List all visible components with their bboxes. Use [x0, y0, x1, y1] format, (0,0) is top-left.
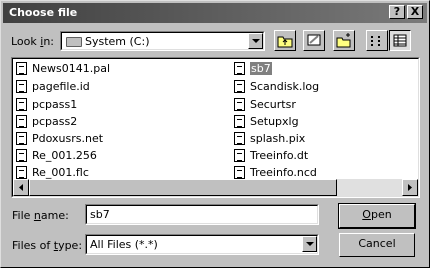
document-icon — [234, 80, 245, 93]
desktop-icon — [307, 34, 321, 46]
chevron-down-icon — [306, 242, 314, 246]
look-in-dropdown[interactable]: System (C:) — [60, 31, 265, 51]
chevron-left-icon — [19, 184, 23, 191]
window-title: Choose file — [9, 6, 78, 19]
chevron-right-icon — [408, 184, 412, 191]
look-in-dropdown-button[interactable] — [248, 33, 263, 49]
document-icon — [16, 166, 27, 179]
document-icon — [16, 115, 27, 128]
document-icon — [234, 132, 245, 145]
file-type-dropdown[interactable]: All Files (*.*) — [85, 234, 319, 255]
scroll-right-button[interactable] — [402, 179, 418, 196]
file-name-label: File name: — [12, 209, 69, 222]
new-folder-icon — [336, 33, 351, 48]
document-icon — [16, 62, 27, 75]
up-one-level-button[interactable] — [274, 30, 296, 51]
file-type-value: All Files (*.*) — [90, 238, 158, 251]
document-icon — [16, 149, 27, 162]
files-of-type-label: Files of type: — [12, 239, 83, 252]
window-file-icon — [234, 98, 245, 111]
document-icon — [234, 149, 245, 162]
horizontal-scrollbar[interactable] — [13, 179, 418, 196]
document-icon — [16, 80, 27, 93]
list-view-button[interactable] — [366, 30, 388, 51]
chevron-down-icon — [252, 39, 260, 43]
scroll-thumb[interactable] — [29, 179, 337, 196]
list-view-icon — [371, 36, 380, 46]
program-icon — [234, 62, 245, 75]
document-icon — [16, 132, 27, 145]
look-in-label: Look in: — [11, 35, 55, 48]
document-icon — [234, 115, 245, 128]
details-view-button[interactable] — [389, 30, 411, 51]
new-folder-button[interactable] — [333, 30, 355, 51]
file-type-dropdown-button[interactable] — [302, 236, 317, 252]
up-folder-icon — [277, 36, 293, 48]
help-button[interactable]: ? — [389, 5, 405, 19]
document-icon — [234, 166, 245, 179]
details-view-icon — [393, 34, 407, 47]
drive-icon — [66, 37, 82, 47]
cancel-button[interactable]: Cancel — [339, 233, 415, 257]
file-name-input[interactable]: sb7 — [85, 204, 319, 225]
desktop-button[interactable] — [303, 30, 325, 51]
file-name-value: sb7 — [90, 208, 110, 221]
open-button[interactable]: Open — [338, 203, 416, 229]
title-bar[interactable]: Choose file ? X — [3, 3, 427, 23]
choose-file-dialog: Choose file ? X Look in: System (C:) New… — [0, 0, 430, 268]
close-button[interactable]: X — [407, 5, 423, 19]
look-in-value: System (C:) — [85, 35, 150, 48]
scroll-left-button[interactable] — [13, 179, 29, 196]
document-icon — [16, 98, 27, 111]
